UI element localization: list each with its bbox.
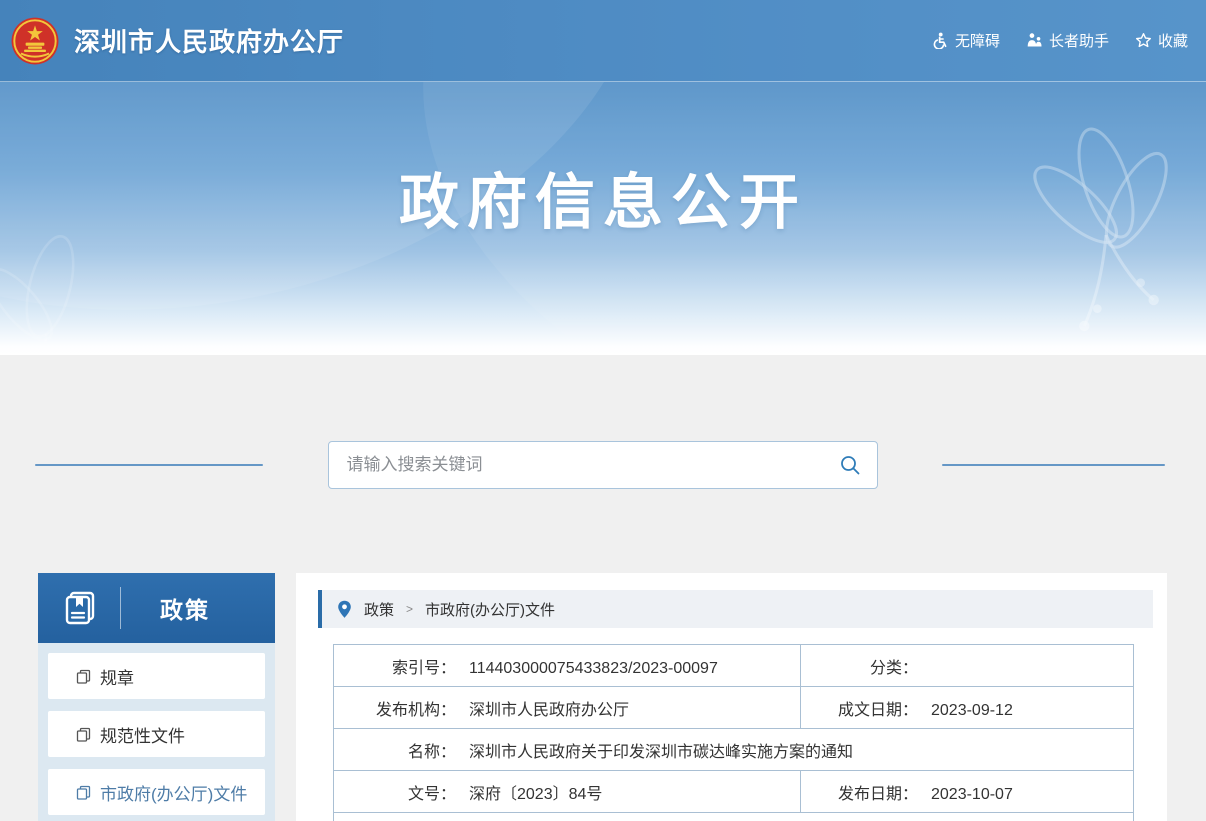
table-row: 发布机构： 深圳市人民政府办公厅 成文日期： 2023-09-12 [334, 687, 1134, 729]
search-button[interactable] [823, 442, 877, 488]
issuing-agency-value: 深圳市人民政府办公厅 [469, 702, 629, 719]
publish-date-cell: 发布日期： 2023-10-07 [801, 771, 1134, 813]
document-icon [76, 669, 91, 684]
site-brand[interactable]: 深圳市人民政府办公厅 [10, 16, 344, 66]
favorite-label: 收藏 [1158, 30, 1188, 51]
site-title: 深圳市人民政府办公厅 [74, 22, 344, 59]
sidebar-item-regulations[interactable]: 规章 [48, 653, 265, 699]
index-number-cell: 索引号： 114403000075433823/2023-00097 [334, 645, 801, 687]
written-date-label: 成文日期： [801, 696, 918, 720]
breadcrumb: 政策 > 市政府(办公厅)文件 [318, 590, 1153, 628]
search-input[interactable] [329, 455, 823, 475]
sidebar-menu: 规章 规范性文件 市政府(办公厅)文件 [38, 643, 275, 821]
document-title-value: 深圳市人民政府关于印发深圳市碳达峰实施方案的通知 [469, 744, 853, 761]
table-row: 索引号： 114403000075433823/2023-00097 分类： [334, 645, 1134, 687]
location-pin-icon [337, 600, 352, 619]
document-icon [76, 785, 91, 800]
search-icon [839, 454, 861, 476]
document-icon [76, 727, 91, 742]
document-card: 政策 > 市政府(办公厅)文件 索引号： 114403000075433823/2… [296, 573, 1167, 821]
breadcrumb-item-policy[interactable]: 政策 [364, 599, 394, 620]
publish-date-value: 2023-10-07 [931, 786, 1013, 803]
table-row: 文号： 深府〔2023〕84号 发布日期： 2023-10-07 [334, 771, 1134, 813]
sidebar-item-municipal-government-documents[interactable]: 市政府(办公厅)文件 [48, 769, 265, 815]
document-title-cell: 名称： 深圳市人民政府关于印发深圳市碳达峰实施方案的通知 [334, 729, 1134, 771]
page-title: 政府信息公开 [0, 154, 1206, 241]
publish-date-label: 发布日期： [801, 780, 918, 804]
document-metadata-table: 索引号： 114403000075433823/2023-00097 分类： 发布… [333, 644, 1134, 821]
sidebar-item-label: 规章 [100, 664, 134, 689]
national-emblem-logo [10, 16, 60, 66]
document-title-label: 名称： [334, 738, 456, 762]
table-partial-cell [334, 813, 1134, 821]
written-date-cell: 成文日期： 2023-09-12 [801, 687, 1134, 729]
breadcrumb-separator: > [406, 602, 413, 616]
sidebar-title: 政策 [121, 591, 275, 625]
table-row-partial [334, 813, 1134, 821]
accessibility-label: 无障碍 [955, 30, 1000, 51]
written-date-value: 2023-09-12 [931, 702, 1013, 719]
breadcrumb-item-current: 市政府(办公厅)文件 [425, 599, 555, 620]
issuing-agency-cell: 发布机构： 深圳市人民政府办公厅 [334, 687, 801, 729]
sidebar-item-label: 规范性文件 [100, 722, 185, 747]
document-number-value: 深府〔2023〕84号 [469, 786, 602, 803]
elder-assistant-icon [1026, 32, 1043, 49]
favorite-link[interactable]: 收藏 [1135, 30, 1188, 51]
category-label: 分类： [801, 654, 918, 678]
site-header: 深圳市人民政府办公厅 无障碍 长者助手 收藏 [0, 0, 1206, 82]
main-content: 政策 规章 规范性文件 [0, 573, 1206, 821]
elder-assistant-label: 长者助手 [1049, 30, 1109, 51]
elder-assistant-link[interactable]: 长者助手 [1026, 30, 1109, 51]
banner: 政府信息公开 [0, 82, 1206, 355]
decorative-line-right [942, 464, 1165, 466]
document-number-cell: 文号： 深府〔2023〕84号 [334, 771, 801, 813]
accessibility-icon [932, 32, 949, 49]
utility-nav: 无障碍 长者助手 收藏 [932, 30, 1188, 51]
sidebar: 政策 规章 规范性文件 [38, 573, 275, 821]
sidebar-header: 政策 [38, 573, 275, 643]
sidebar-item-normative-documents[interactable]: 规范性文件 [48, 711, 265, 757]
search-section [0, 441, 1206, 489]
breadcrumb-accent-bar [318, 590, 322, 628]
book-icon [60, 587, 102, 629]
decorative-line-left [35, 464, 263, 466]
document-number-label: 文号： [334, 780, 456, 804]
index-number-label: 索引号： [334, 654, 456, 678]
category-cell: 分类： [801, 645, 1134, 687]
sidebar-item-label: 市政府(办公厅)文件 [100, 780, 247, 805]
issuing-agency-label: 发布机构： [334, 696, 456, 720]
star-icon [1135, 32, 1152, 49]
accessibility-link[interactable]: 无障碍 [932, 30, 1000, 51]
search-box [328, 441, 878, 489]
table-row: 名称： 深圳市人民政府关于印发深圳市碳达峰实施方案的通知 [334, 729, 1134, 771]
index-number-value: 114403000075433823/2023-00097 [469, 660, 718, 677]
